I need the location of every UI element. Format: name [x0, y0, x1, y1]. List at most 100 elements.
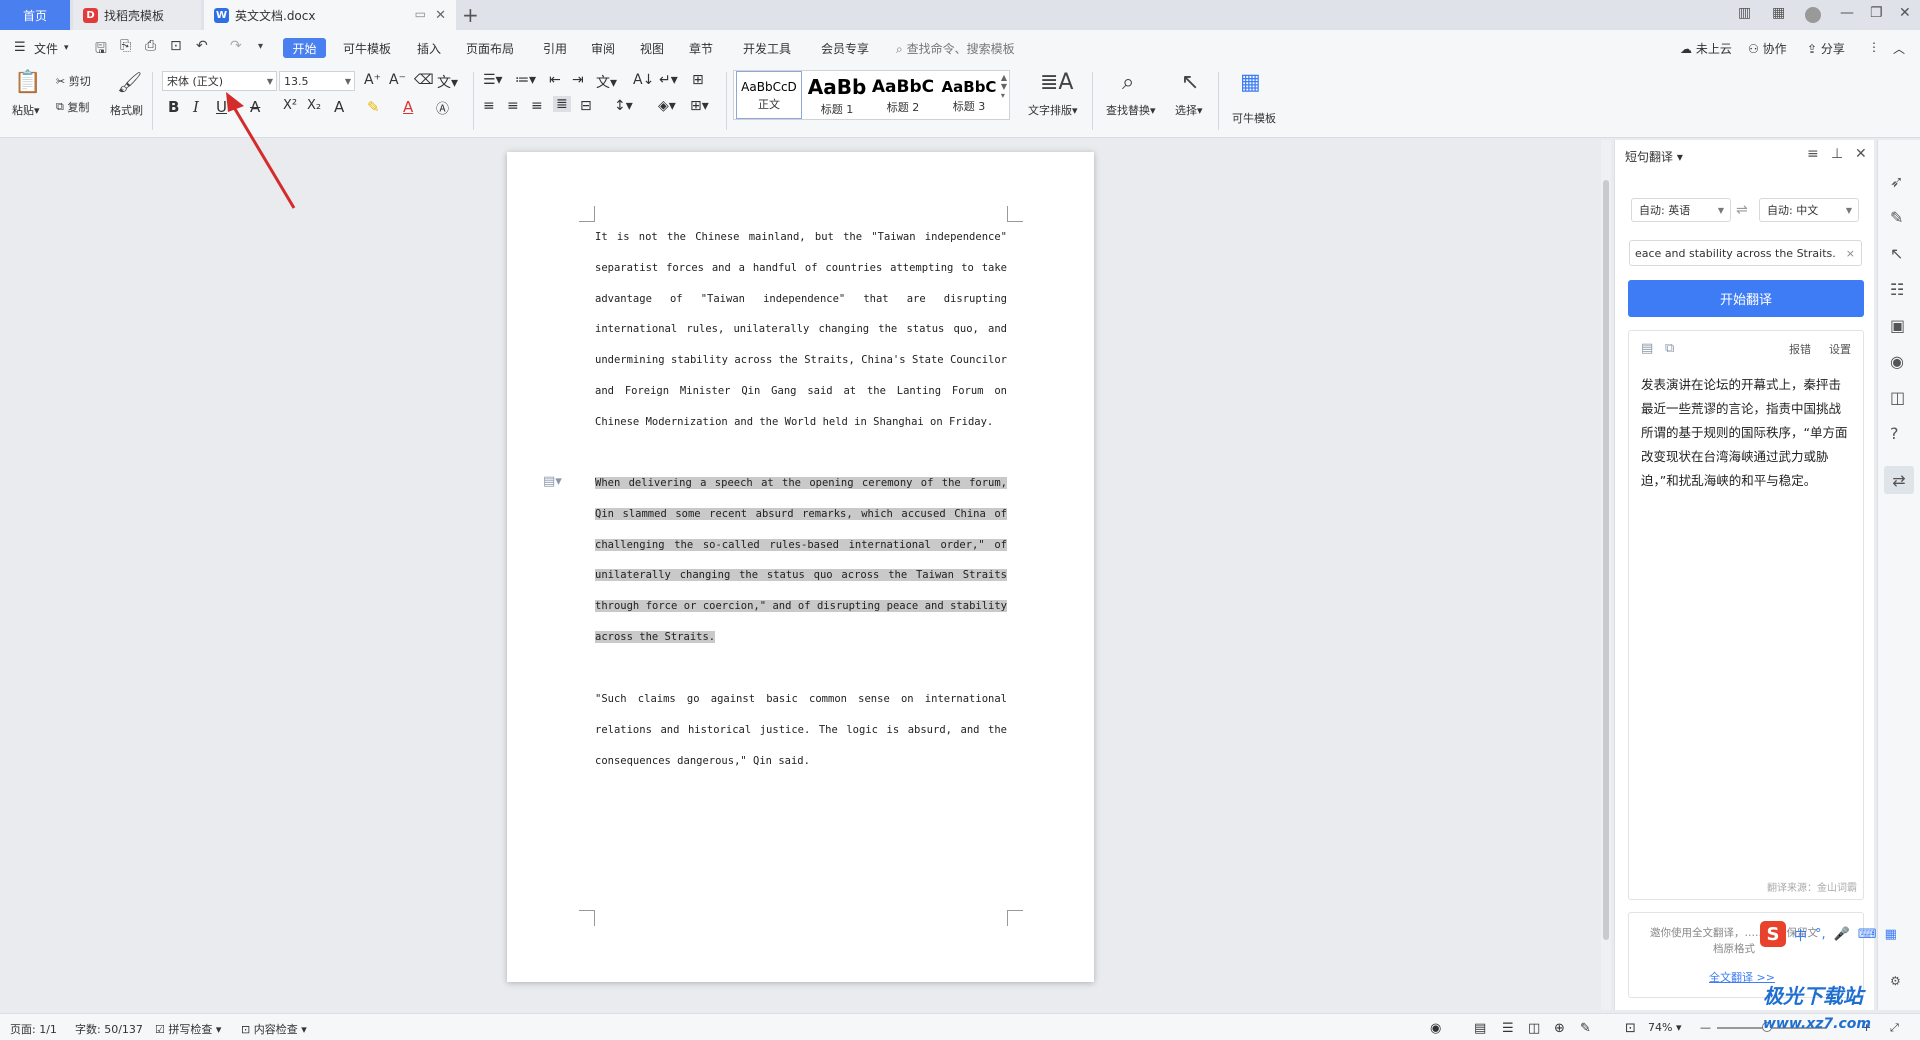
collab-button[interactable]: ⚇ 协作 [1748, 40, 1787, 57]
paste-icon[interactable]: 📋 [14, 70, 41, 95]
settings-link[interactable]: 设置 [1829, 341, 1851, 357]
menu-developer[interactable]: 开发工具 [743, 40, 791, 57]
ime-mode[interactable]: 中 [1794, 925, 1807, 944]
paragraph-3[interactable]: "Such claims go against basic common sen… [595, 684, 1007, 776]
minimize-icon[interactable]: — [1840, 5, 1854, 21]
report-error-link[interactable]: 报错 [1789, 341, 1811, 357]
increase-indent-icon[interactable]: ⇥ [572, 72, 584, 88]
word-count[interactable]: 字数: 50/137 [75, 1021, 143, 1037]
share-button[interactable]: ⇪ 分享 [1807, 40, 1845, 57]
subscript-icon[interactable]: X₂ [307, 98, 321, 113]
phonetic-icon[interactable]: 文▾ [437, 72, 458, 92]
menu-icon[interactable]: ≡ [1807, 146, 1819, 162]
new-tab-button[interactable]: + [462, 3, 479, 27]
document-icon[interactable]: ▤ [1641, 341, 1653, 356]
save-icon[interactable]: 🖫 [95, 38, 107, 62]
pane-title[interactable]: 短句翻译 ▾ [1625, 148, 1683, 165]
tab-document[interactable]: W 英文文档.docx ▭ ✕ [204, 0, 456, 30]
fullscreen-icon[interactable]: ⤢ [1890, 1021, 1899, 1035]
outline-view-icon[interactable]: ☰ [1502, 1021, 1514, 1036]
keniu-template-button[interactable]: 可牛模板 [1232, 110, 1276, 126]
apps-grid-icon[interactable]: ▦ [1772, 5, 1785, 21]
rocket-icon[interactable]: ➶ [1890, 172, 1903, 191]
format-painter-button[interactable]: 格式刷 [110, 102, 143, 118]
align-center-icon[interactable]: ≡ [507, 98, 519, 114]
export-pdf-icon[interactable]: ⎘ [120, 38, 131, 54]
borders-icon[interactable]: ⊞▾ [690, 98, 709, 114]
highlight-icon[interactable]: ✎ [367, 98, 380, 116]
cut-button[interactable]: ✂ 剪切 [56, 73, 91, 89]
menu-section[interactable]: 章节 [689, 40, 713, 57]
text-layout-button[interactable]: 文字排版 ▾ [1028, 102, 1078, 118]
tab-template[interactable]: D 找稻壳模板 [73, 0, 201, 30]
font-color-icon[interactable]: A [403, 98, 413, 116]
zoom-level[interactable]: 74% ▾ [1648, 1021, 1681, 1034]
settings-icon[interactable]: ⚙ [1890, 974, 1901, 988]
sort-icon[interactable]: A↓ [633, 72, 654, 88]
text-layout-icon[interactable]: ≣A [1040, 70, 1073, 95]
style-normal[interactable]: AaBbCcD 正文 [736, 71, 802, 119]
menu-view[interactable]: 视图 [640, 40, 664, 57]
document-page[interactable]: It is not the Chinese mainland, but the … [507, 152, 1094, 982]
web-view-icon[interactable]: ⊕ [1554, 1021, 1565, 1036]
style-heading-1[interactable]: AaBb 标题 1 [804, 71, 870, 119]
menu-home[interactable]: 开始 [283, 38, 326, 58]
cloud-status[interactable]: ☁ 未上云 [1680, 40, 1732, 57]
sogou-logo[interactable]: S [1760, 921, 1786, 947]
fit-page-icon[interactable]: ⊡ [1625, 1021, 1636, 1036]
layout-icon[interactable]: ▥ [1738, 5, 1751, 21]
redo-icon[interactable]: ↷ [230, 38, 242, 54]
customize-icon[interactable]: ▾ [258, 41, 263, 52]
image-icon[interactable]: ▣ [1890, 316, 1905, 335]
write-mode-icon[interactable]: ✎ [1580, 1021, 1591, 1036]
cursor-icon[interactable]: ↖ [1181, 70, 1199, 95]
distribute-icon[interactable]: ⊟ [580, 98, 592, 114]
avatar[interactable] [1805, 7, 1821, 23]
pin-icon[interactable]: ⊥ [1831, 146, 1843, 162]
text-effect-icon[interactable]: A [334, 98, 344, 116]
table-grid-icon[interactable]: ⊞ [692, 72, 704, 88]
select-button[interactable]: 选择 ▾ [1175, 102, 1203, 118]
keyboard-icon[interactable]: ⌨ [1858, 927, 1877, 942]
translate-icon[interactable]: ⇄ [1884, 466, 1914, 494]
page-view-icon[interactable]: ▤ [1474, 1021, 1486, 1036]
collapse-ribbon-icon[interactable]: ︿ [1893, 40, 1905, 57]
menu-page-layout[interactable]: 页面布局 [466, 40, 514, 57]
hamburger-icon[interactable]: ☰ [14, 40, 26, 55]
source-text-input[interactable]: eace and stability across the Straits. × [1629, 240, 1862, 266]
font-size-select[interactable]: 13.5 ▼ [279, 71, 355, 91]
paragraph-handle-icon[interactable]: ▤▾ [543, 474, 562, 489]
microphone-icon[interactable]: 🎤 [1834, 927, 1850, 942]
paragraph-1[interactable]: It is not the Chinese mainland, but the … [595, 222, 1007, 438]
help-icon[interactable]: ? [1890, 424, 1899, 443]
menu-member[interactable]: 会员专享 [821, 40, 869, 57]
align-left-icon[interactable]: ≡ [483, 98, 495, 114]
template-icon[interactable]: ▦ [1240, 70, 1261, 95]
reading-view-icon[interactable]: ◫ [1528, 1021, 1540, 1036]
chinese-layout-icon[interactable]: 文▾ [596, 72, 617, 92]
style-heading-2[interactable]: AaBbC 标题 2 [870, 71, 936, 119]
pen-icon[interactable]: ✎ [1890, 208, 1903, 227]
gallery-scroll-icon[interactable]: ▲ ▼ ▾ [1001, 73, 1007, 100]
pointer-icon[interactable]: ↖ [1890, 244, 1903, 263]
menu-review[interactable]: 审阅 [591, 40, 615, 57]
copy-button[interactable]: ⧉ 复制 [56, 99, 89, 115]
command-search[interactable]: ⌕ 查找命令、搜索模板 [896, 40, 1015, 57]
map-pin-icon[interactable]: ◉ [1890, 352, 1904, 371]
paragraph-2-selected[interactable]: When delivering a speech at the opening … [595, 468, 1007, 653]
zoom-out-icon[interactable]: — [1700, 1021, 1711, 1034]
line-spacing-icon[interactable]: ↕▾ [614, 98, 633, 114]
clear-format-icon[interactable]: ⌫ [414, 72, 434, 88]
show-marks-icon[interactable]: ↵▾ [659, 72, 678, 88]
format-painter-icon[interactable]: 🖌 [117, 70, 142, 94]
shrink-font-icon[interactable]: A⁻ [389, 72, 406, 88]
bullet-list-icon[interactable]: ☰▾ [483, 72, 503, 88]
book-icon[interactable]: ◫ [1890, 388, 1905, 407]
target-language-select[interactable]: 自动: 中文 ▼ [1759, 198, 1859, 222]
magnifier-icon[interactable]: ⌕ [1122, 70, 1134, 95]
shading-icon[interactable]: ◈▾ [658, 98, 676, 114]
numbered-list-icon[interactable]: ≔▾ [515, 72, 536, 88]
monitor-icon[interactable]: ▭ [415, 7, 426, 21]
source-language-select[interactable]: 自动: 英语 ▼ [1631, 198, 1731, 222]
print-icon[interactable]: ⎙ [145, 38, 156, 54]
